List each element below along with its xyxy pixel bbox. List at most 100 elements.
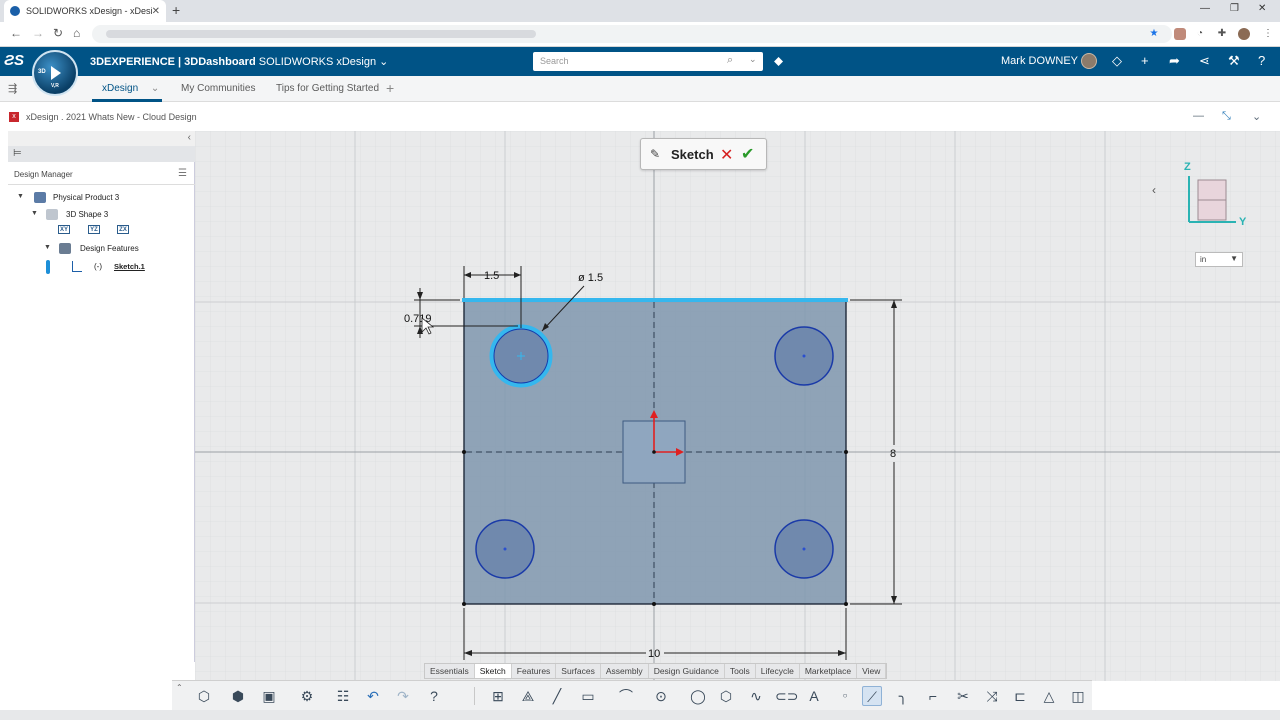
add-tab-button[interactable]: + [386,80,394,96]
zx-plane-icon[interactable]: ZX [117,225,129,234]
menu-icon[interactable]: ☰ [178,168,187,179]
spline-icon[interactable]: ∿ [746,686,766,706]
new-tab-button[interactable]: + [172,2,180,18]
close-tab-icon[interactable]: ✕ [152,6,160,17]
communicate-icon[interactable]: ⋖ [1199,53,1210,69]
notification-icon[interactable]: ◇ [1112,53,1122,69]
redo-icon[interactable]: ↷ [393,686,413,706]
offset-icon[interactable]: ⌐ [923,686,943,706]
tab-essentials[interactable]: Essentials [425,664,475,678]
grid-icon[interactable]: ⊞ [488,686,508,706]
expand-arrow-icon[interactable]: ▼ [44,244,51,251]
search-icon[interactable]: ⌕ [727,54,733,67]
tab-view[interactable]: View [857,664,887,678]
viewport-canvas[interactable]: 1.5 ø 1.5 0.719 8 10 Z Y [195,131,1280,681]
tab-tools[interactable]: Tools [725,664,756,678]
units-dropdown[interactable]: in ▼ [1195,252,1243,267]
expand-arrow-icon[interactable]: ▼ [17,193,24,200]
tab-assembly[interactable]: Assembly [601,664,649,678]
transform-icon[interactable]: ⤨ [982,686,1002,706]
undo-icon[interactable]: ↶ [363,686,383,706]
tools-icon[interactable]: ⚒ [1228,53,1240,69]
tab-xdesign[interactable]: xDesign ⌄ [102,83,159,94]
close-window-button[interactable]: ✕ [1258,3,1266,14]
point-icon[interactable]: ○ [835,686,855,706]
extension-icon[interactable]: ◔ [1194,28,1206,40]
tag-icon[interactable]: ⬥ [774,53,783,69]
dimension-label-diameter[interactable]: ø 1.5 [578,272,603,284]
puzzle-icon[interactable]: ✚ [1216,28,1228,40]
chevron-down-icon[interactable]: ⌄ [749,54,757,65]
dimension-label-width[interactable]: 10 [648,648,660,660]
add-icon[interactable]: + [1141,53,1149,68]
rectangle-icon[interactable]: ▭ [578,686,598,706]
browser-tab[interactable]: SOLIDWORKS xDesign - xDesign ✕ [4,0,166,22]
restore-window-button[interactable]: ❐ [1230,3,1239,14]
chevron-down-icon[interactable]: ⌄ [1252,110,1261,123]
save-icon[interactable]: ▣ [259,686,279,706]
xy-plane-icon[interactable]: XY [58,225,70,234]
3d-shape-icon[interactable]: ⬡ [194,686,214,706]
tree-view-icon[interactable]: ⊨ [13,148,24,159]
browser-menu-icon[interactable]: ⋮ [1262,28,1274,40]
tab-lifecycle[interactable]: Lifecycle [756,664,800,678]
ds-logo-icon[interactable]: ƧS [4,52,26,72]
collapse-icon[interactable]: ⤡ [1222,110,1231,123]
circle-icon[interactable]: ⊙ [651,686,671,706]
profile-avatar[interactable] [1238,28,1250,40]
bookmark-star-icon[interactable]: ★ [1148,28,1160,40]
triangle-icon[interactable]: △ [1039,686,1059,706]
tab-design-guidance[interactable]: Design Guidance [649,664,725,678]
share-icon[interactable]: ➦ [1169,53,1180,69]
user-name[interactable]: Mark DOWNEY [1001,55,1078,67]
properties-icon[interactable]: ☷ [333,686,353,706]
convert-entities-icon[interactable]: ⊏ [1010,686,1030,706]
chevron-down-icon[interactable]: ⌄ [151,83,159,94]
tab-sketch[interactable]: Sketch [474,664,512,678]
sketch-plane-icon[interactable]: ⟁ [518,686,538,706]
app-title[interactable]: 3DEXPERIENCE | 3DDashboard SOLIDWORKS xD… [90,55,388,68]
toolbar-expand-icon[interactable]: ⌃ [176,683,183,692]
yz-plane-icon[interactable]: YZ [88,225,100,234]
ellipse-icon[interactable]: ◯ [688,686,708,706]
sidebar-toggle-icon[interactable]: ⇶ [8,82,17,95]
3d-viewport[interactable]: 1.5 ø 1.5 0.719 8 10 Z Y [195,131,1280,681]
user-avatar[interactable] [1081,53,1097,69]
dimension-icon[interactable]: ⟋ [862,686,882,706]
search-input[interactable]: Search ⌕ ⌄ [533,52,763,71]
chevron-left-icon[interactable]: ‹ [1152,183,1156,197]
trim-icon[interactable]: ✂ [953,686,973,706]
arc-icon[interactable]: ⌒ [616,686,636,706]
line-icon[interactable]: ╱ [547,686,567,706]
tree-item-sketch[interactable]: (-) Sketch.1 [8,260,195,274]
compass-widget[interactable]: 3D V,R [32,50,78,96]
reload-icon[interactable]: ↻ [53,26,63,40]
tab-features[interactable]: Features [512,664,557,678]
extension-icon[interactable] [1174,28,1186,40]
view-cube-icon[interactable]: ◫ [1068,686,1088,706]
tab-tips[interactable]: Tips for Getting Started [276,83,379,94]
back-icon[interactable]: ← [10,26,22,40]
tab-surfaces[interactable]: Surfaces [556,664,601,678]
home-icon[interactable]: ⌂ [73,26,80,40]
forward-icon[interactable]: → [32,26,44,40]
tab-marketplace[interactable]: Marketplace [800,664,858,678]
dimension-label-height[interactable]: 8 [890,448,896,460]
polygon-icon[interactable]: ⬡ [716,686,736,706]
tree-item-3d-shape[interactable]: ▼ 3D Shape 3 [8,209,195,221]
product-icon[interactable]: ⬢ [228,686,248,706]
minimize-icon[interactable]: — [1193,110,1204,122]
dimension-label-top-offset[interactable]: 1.5 [484,270,499,282]
text-icon[interactable]: A [804,686,824,706]
exit-sketch-button[interactable]: ✔ [741,144,754,164]
tree-item-design-features[interactable]: ▼ Design Features [8,243,195,255]
cancel-sketch-button[interactable]: ✕ [720,145,733,165]
tree-item-physical-product[interactable]: ▼ Physical Product 3 [8,192,195,204]
collapse-panel-icon[interactable]: ‹ [188,132,191,143]
help-icon[interactable]: ? [1258,53,1265,68]
url-field[interactable] [92,25,1172,43]
expand-arrow-icon[interactable]: ▼ [31,210,38,217]
rebuild-icon[interactable]: ⚙ [297,686,317,706]
minimize-window-button[interactable]: — [1200,3,1210,14]
help-icon[interactable]: ? [424,686,444,706]
